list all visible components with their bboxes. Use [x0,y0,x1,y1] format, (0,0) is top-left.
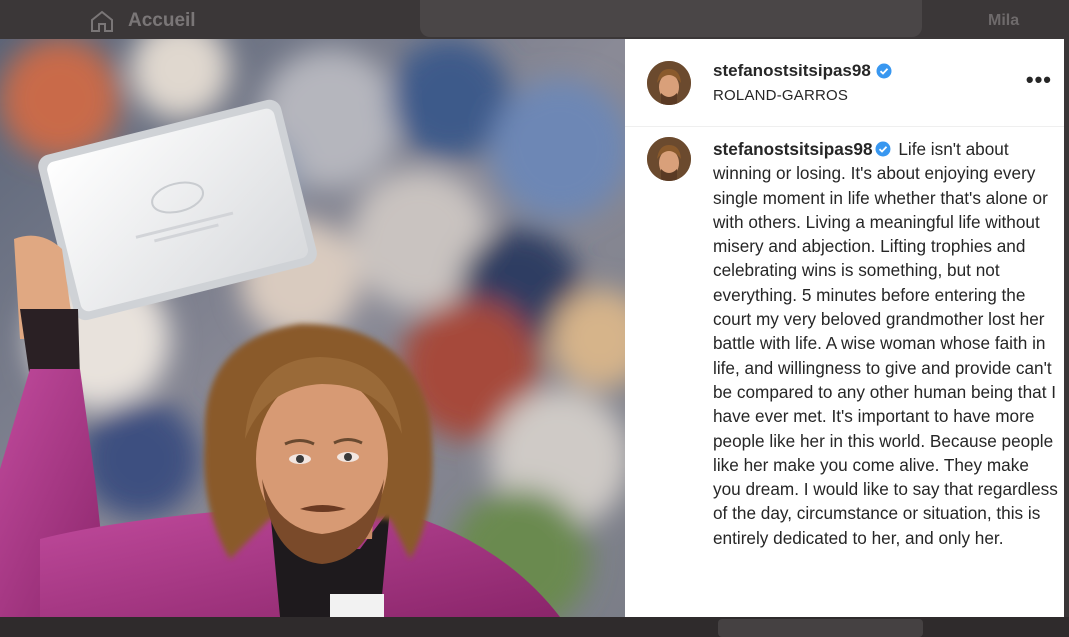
caption-block: stefanostsitsipas98 Life isn't about win… [625,127,1064,550]
avatar[interactable] [647,137,691,181]
post-modal: stefanostsitsipas98 ROLAND-GARROS ••• st… [0,39,1064,617]
verified-badge-icon [876,63,892,79]
avatar-image [647,137,691,181]
background-top-bar: Accueil Mila [0,0,1069,40]
post-username[interactable]: stefanostsitsipas98 [713,61,871,81]
top-right-label: Mila [988,12,1020,29]
background-bottom-chip [718,619,923,637]
home-label: Accueil [128,10,196,31]
post-photo[interactable] [0,39,625,617]
caption-text: Life isn't about winning or losing. It's… [713,139,1058,548]
photo-illustration [0,39,625,617]
post-location[interactable]: ROLAND-GARROS [713,87,892,104]
more-options-icon[interactable]: ••• [1026,67,1052,93]
avatar-image [647,60,691,105]
post-caption: stefanostsitsipas98 Life isn't about win… [713,137,1058,550]
post-header: stefanostsitsipas98 ROLAND-GARROS ••• [625,39,1064,127]
post-panel: stefanostsitsipas98 ROLAND-GARROS ••• st… [625,39,1064,617]
verified-badge-icon [875,141,891,157]
home-link[interactable]: Accueil [90,10,196,32]
caption-username[interactable]: stefanostsitsipas98 [713,139,873,159]
background-search-area [420,0,922,37]
avatar[interactable] [647,60,691,105]
home-icon [91,10,113,32]
